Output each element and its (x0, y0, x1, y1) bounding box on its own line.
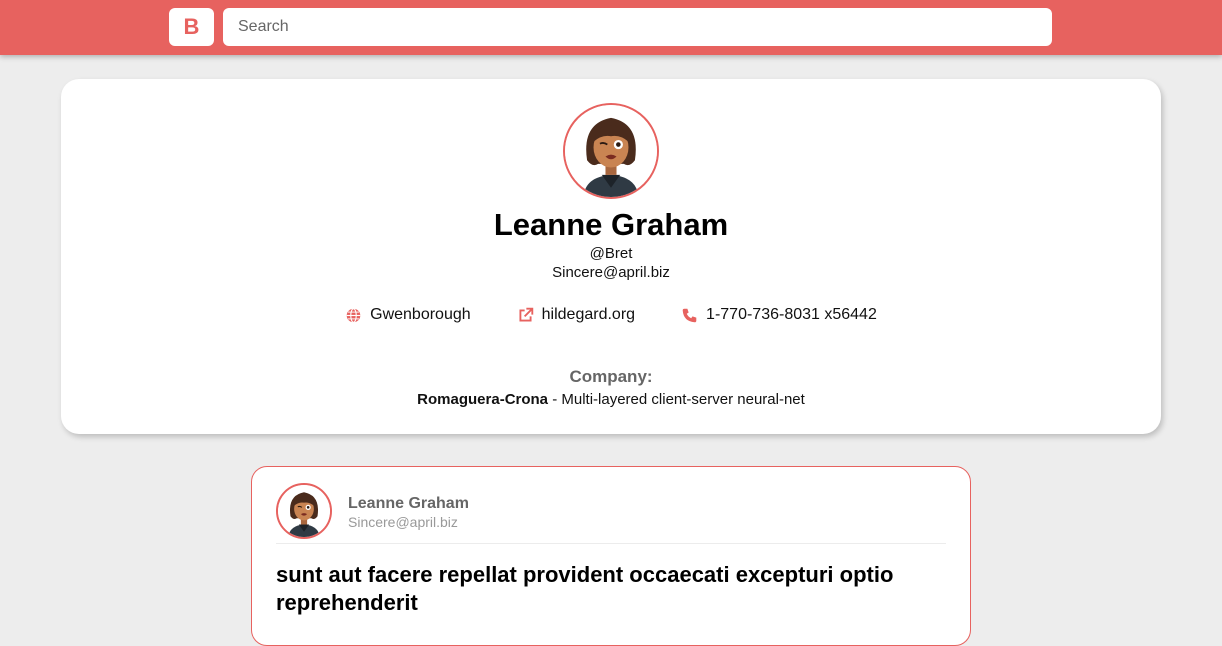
company-label: Company: (569, 367, 653, 386)
profile-avatar (563, 103, 659, 199)
profile-website-link[interactable]: hildegard.org (542, 306, 635, 324)
company-name: Romaguera-Crona (417, 391, 549, 408)
logo-text: B (183, 14, 200, 39)
profile-city: Gwenborough (345, 306, 471, 324)
company-line: Romaguera-Crona - Multi-layered client-s… (61, 391, 1161, 408)
company-catchphrase: Multi-layered client-server neural-net (561, 391, 805, 408)
profile-website[interactable]: hildegard.org (517, 306, 635, 324)
profile-city-text: Gwenborough (370, 306, 471, 323)
top-navbar: B (0, 0, 1222, 55)
avatar-illustration-icon (565, 105, 657, 197)
profile-info-row: Gwenborough hildegard.org 1-770-736-8031… (61, 306, 1161, 324)
post-author-email: Sincere@april.biz (348, 514, 458, 530)
post-card[interactable]: Leanne Graham Sincere@april.biz sunt aut… (251, 466, 971, 646)
post-title[interactable]: sunt aut facere repellat provident occae… (276, 561, 956, 617)
avatar-illustration-icon (278, 485, 330, 537)
profile-username: @Bret (589, 245, 633, 262)
phone-icon (682, 308, 697, 322)
profile-phone-text: 1-770-736-8031 x56442 (706, 306, 877, 323)
external-link-icon (519, 307, 533, 322)
company-separator: - (548, 391, 562, 408)
search-input[interactable] (223, 8, 1052, 46)
logo-button[interactable]: B (169, 8, 214, 46)
profile-card: Leanne Graham @Bret Sincere@april.biz Gw… (61, 79, 1161, 434)
post-author-avatar (276, 483, 332, 539)
post-divider (276, 543, 946, 544)
post-author-name[interactable]: Leanne Graham (348, 495, 469, 513)
profile-email: Sincere@april.biz (552, 264, 670, 281)
globe-icon (346, 307, 361, 323)
profile-name: Leanne Graham (493, 207, 729, 242)
profile-phone: 1-770-736-8031 x56442 (681, 306, 877, 324)
